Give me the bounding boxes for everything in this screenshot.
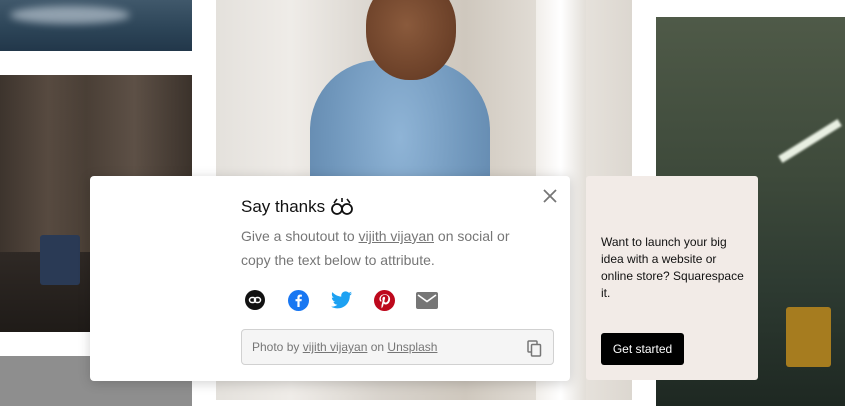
get-started-button[interactable]: Get started: [601, 333, 684, 365]
modal-title: Say thanks: [241, 196, 354, 218]
attribution-photographer-link[interactable]: vijith vijayan: [303, 340, 368, 354]
twitter-share-button[interactable]: [330, 289, 352, 311]
attribution-box[interactable]: Photo by vijith vijayan on Unsplash: [241, 329, 554, 365]
email-icon: [416, 291, 438, 309]
facebook-icon: [287, 289, 309, 311]
close-icon: [543, 189, 557, 203]
email-share-button[interactable]: [416, 289, 438, 311]
hands-clap-icon: [331, 198, 354, 215]
ad-text: Want to launch your big idea with a webs…: [601, 235, 744, 300]
squarespace-ad: Want to launch your big idea with a webs…: [586, 176, 758, 380]
modal-title-text: Say thanks: [241, 197, 326, 216]
photo-train-door: [786, 307, 831, 367]
pinterest-share-button[interactable]: [373, 289, 395, 311]
photo-train-light: [778, 119, 842, 163]
copy-link-button[interactable]: [244, 289, 266, 311]
copy-attribution-button[interactable]: [525, 338, 543, 358]
description-prefix: Give a shoutout to: [241, 228, 359, 244]
attribution-unsplash-link[interactable]: Unsplash: [387, 340, 437, 354]
say-thanks-modal: Say thanks Give a shoutout to vijith vij…: [90, 176, 570, 381]
attribution-prefix: Photo by: [252, 340, 303, 354]
link-icon: [245, 290, 265, 310]
background-photo-sea[interactable]: [0, 0, 192, 51]
share-icons-row: [244, 288, 438, 312]
twitter-icon: [330, 291, 352, 309]
attribution-middle: on: [367, 340, 388, 354]
modal-description: Give a shoutout to vijith vijayan on soc…: [241, 224, 541, 272]
photographer-link[interactable]: vijith vijayan: [359, 228, 434, 244]
facebook-share-button[interactable]: [287, 289, 309, 311]
copy-icon: [526, 339, 541, 357]
close-button[interactable]: [540, 186, 560, 206]
pinterest-icon: [373, 289, 395, 311]
